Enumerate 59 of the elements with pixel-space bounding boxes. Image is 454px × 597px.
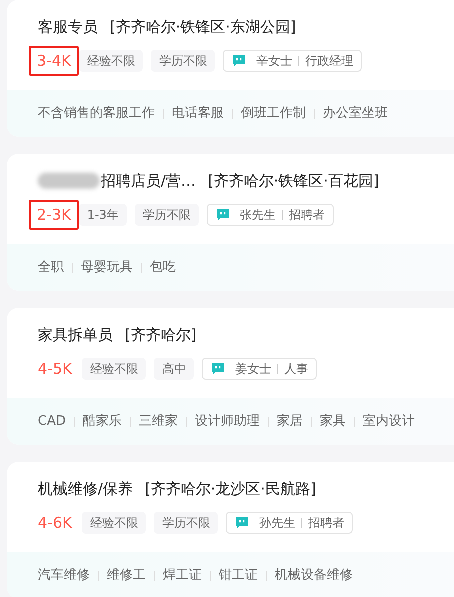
requirement-tag: 1-3年 xyxy=(79,204,127,226)
recruiter-name: 张先生 xyxy=(240,207,276,224)
skill-tag: 维修工 xyxy=(107,566,146,586)
skill-tag: 家居 xyxy=(276,412,303,432)
skill-tag: 母婴玩具 xyxy=(81,258,133,278)
skill-tag: 倒班工作制 xyxy=(241,104,306,124)
job-title: 客服专员 xyxy=(38,16,98,38)
skill-tag: 机械设备维修 xyxy=(275,566,353,586)
job-card[interactable]: 家具拆单员 [齐齐哈尔] 4-5K 经验不限 高中 姜女士 人事 CAD 酷家乐 三维家 设计师助理 家居 家具 室内设计 xyxy=(7,308,454,445)
recruiter-name: 孙先生 xyxy=(259,515,296,532)
recruiter-chip[interactable]: 辛女士 行政经理 xyxy=(223,50,362,72)
chat-bubble-icon xyxy=(211,362,226,376)
job-location: [齐齐哈尔] xyxy=(125,324,197,346)
requirement-tag: 经验不限 xyxy=(82,358,146,380)
salary: 2-3K xyxy=(29,200,80,230)
job-location: [齐齐哈尔·铁锋区·东湖公园] xyxy=(110,16,296,38)
skill-tag: 三维家 xyxy=(138,412,178,432)
salary: 3-4K xyxy=(29,46,80,76)
skill-tag: 汽车维修 xyxy=(38,566,90,586)
requirement-tag: 学历不限 xyxy=(134,204,199,226)
requirement-tag: 学历不限 xyxy=(151,50,216,72)
recruiter-role: 行政经理 xyxy=(305,53,354,70)
chat-bubble-icon xyxy=(235,516,250,530)
skill-tag: 办公室坐班 xyxy=(323,104,388,124)
skill-tag: 不含销售的客服工作 xyxy=(38,104,155,124)
recruiter-chip[interactable]: 张先生 招聘者 xyxy=(206,204,334,226)
skill-tag: 室内设计 xyxy=(362,412,415,432)
requirement-tag: 高中 xyxy=(154,358,194,380)
recruiter-name: 辛女士 xyxy=(256,53,292,70)
recruiter-chip[interactable]: 孙先生 招聘者 xyxy=(226,512,354,534)
skill-tag: 包吃 xyxy=(150,258,176,278)
skill-tag: 焊工证 xyxy=(163,566,202,586)
skill-tag: 钳工证 xyxy=(219,566,258,586)
job-card[interactable]: 机械维修/保养 [齐齐哈尔·龙沙区·民航路] 4-6K 经验不限 学历不限 孙先生 招聘者 汽车维修 维修工 焊工证 钳工证 机械设备维修 xyxy=(7,462,454,597)
chat-bubble-icon xyxy=(232,54,246,68)
skill-tag: 电话客服 xyxy=(172,104,224,124)
job-location: [齐齐哈尔·龙沙区·民航路] xyxy=(145,478,316,500)
recruiter-name: 姜女士 xyxy=(235,361,272,378)
requirement-tag: 学历不限 xyxy=(154,512,218,534)
job-title: 家具拆单员 xyxy=(38,324,113,346)
recruiter-role: 人事 xyxy=(284,361,308,378)
job-title: 招聘店员/营… xyxy=(101,170,196,192)
job-location: [齐齐哈尔·铁锋区·百花园] xyxy=(208,170,380,192)
recruiter-chip[interactable]: 姜女士 人事 xyxy=(202,358,318,380)
job-title: 机械维修/保养 xyxy=(38,478,134,500)
salary: 4-6K xyxy=(38,512,72,534)
job-card[interactable]: 招聘店员/营… [齐齐哈尔·铁锋区·百花园] 2-3K 1-3年 学历不限 张先生 招聘者 全职 母婴玩具 包吃 xyxy=(7,154,454,291)
requirement-tag: 经验不限 xyxy=(82,512,146,534)
requirement-tag: 经验不限 xyxy=(79,50,144,72)
job-card[interactable]: 客服专员 [齐齐哈尔·铁锋区·东湖公园] 3-4K 经验不限 学历不限 辛女士 行政经理 不含销售的客服工作 电话客服 倒班工作制 办公室坐班 xyxy=(7,0,454,137)
recruiter-role: 招聘者 xyxy=(288,207,325,224)
skill-tag: CAD xyxy=(38,412,66,432)
skill-tag: 家具 xyxy=(320,412,346,432)
skill-tag: 全职 xyxy=(38,258,64,278)
chat-bubble-icon xyxy=(216,208,230,222)
recruiter-role: 招聘者 xyxy=(308,515,344,532)
skill-tag: 酷家乐 xyxy=(82,412,122,432)
skill-tag: 设计师助理 xyxy=(194,412,260,432)
salary: 4-5K xyxy=(38,358,72,380)
